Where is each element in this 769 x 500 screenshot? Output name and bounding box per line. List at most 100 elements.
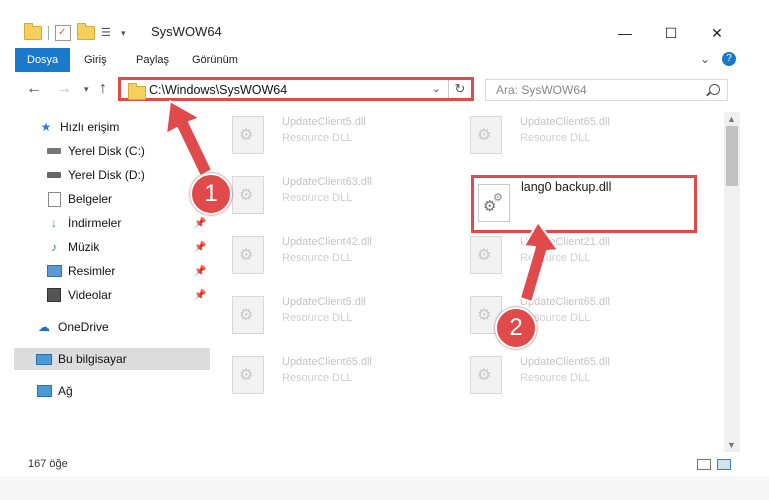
nav-item-network[interactable]: Ağ — [0, 380, 244, 402]
file-item[interactable]: UpdateClient21.dll Resource DLL — [448, 232, 668, 276]
maximize-button[interactable]: ☐ — [649, 21, 693, 45]
file-type: Resource DLL — [520, 132, 591, 144]
refresh-icon[interactable]: ↻ — [448, 80, 471, 98]
scroll-down-icon[interactable]: ▼ — [727, 440, 736, 450]
file-item[interactable]: UpdateClient65.dll Resource DLL — [448, 112, 668, 156]
tab-paylas[interactable]: Paylaş — [124, 48, 181, 72]
customize-toolbar-icon[interactable]: ☰ — [101, 26, 115, 40]
file-item[interactable]: UpdateClient42.dll Resource DLL — [210, 232, 430, 276]
pictures-icon — [46, 264, 62, 278]
new-folder-icon[interactable] — [77, 23, 95, 40]
ribbon-tabs: Dosya Giriş Paylaş Görünüm ⌄ ? — [0, 48, 769, 73]
chevron-down-icon[interactable]: ⌄ — [432, 82, 441, 95]
file-name: UpdateClient65.dll — [282, 356, 372, 368]
pin-icon[interactable]: 📌 — [194, 242, 206, 253]
step-badge-2: 2 — [495, 307, 537, 349]
file-name: UpdateClient5.dll — [282, 116, 366, 128]
videos-icon — [46, 288, 62, 302]
nav-item-label: Belgeler — [68, 192, 113, 206]
network-icon — [36, 384, 52, 398]
folder-icon[interactable] — [24, 23, 42, 40]
minimize-button[interactable]: — — [603, 21, 647, 45]
file-type: Resource DLL — [282, 252, 353, 264]
tab-dosya[interactable]: Dosya — [15, 48, 71, 72]
tab-giris[interactable]: Giriş — [72, 48, 119, 72]
item-count: 167 öğe — [28, 458, 68, 470]
dll-file-icon — [470, 356, 502, 394]
search-input[interactable]: Ara: SysWOW64 — [485, 79, 728, 101]
file-type: Resource DLL — [282, 312, 353, 324]
tab-gorunum[interactable]: Görünüm — [180, 48, 250, 72]
file-item[interactable]: UpdateClient5.dll Resource DLL — [210, 112, 430, 156]
file-name: UpdateClient42.dll — [282, 236, 372, 248]
file-item[interactable]: UpdateClient65.dll Resource DLL — [448, 292, 668, 336]
address-bar[interactable]: C:\Windows\SysWOW64 ⌄ ↻ — [118, 77, 474, 101]
gear-icon: ⚙ — [493, 192, 503, 204]
pin-icon[interactable]: 📌 — [194, 266, 206, 277]
file-type: Resource DLL — [282, 372, 353, 384]
file-name: UpdateClient63.dll — [282, 176, 372, 188]
dll-file-icon — [470, 236, 502, 274]
nav-item-label: Müzik — [68, 240, 100, 254]
status-bar: 167 öğe — [0, 456, 769, 472]
folder-icon — [128, 83, 146, 100]
search-icon[interactable] — [709, 84, 720, 95]
computer-icon — [36, 352, 52, 366]
nav-item-this-pc[interactable]: Bu bilgisayar — [14, 348, 222, 370]
pin-icon[interactable]: 📌 — [194, 218, 206, 229]
file-list: UpdateClient5.dll Resource DLL UpdateCli… — [210, 108, 724, 456]
window-title: SysWOW64 — [151, 24, 222, 39]
tiles-view-icon[interactable] — [717, 459, 731, 470]
drive-icon — [46, 168, 62, 182]
properties-icon[interactable]: ✓ — [55, 25, 71, 41]
file-name: UpdateClient65.dll — [520, 296, 610, 308]
download-icon: ↓ — [51, 216, 57, 230]
file-name: UpdateClient65.dll — [520, 116, 610, 128]
nav-item-label: Yerel Disk (C:) — [68, 144, 145, 158]
bottom-strip — [0, 476, 769, 500]
file-type: Resource DLL — [520, 372, 591, 384]
file-item[interactable]: UpdateClient65.dll Resource DLL — [210, 352, 430, 396]
scroll-up-icon[interactable]: ▲ — [727, 114, 736, 124]
dll-file-icon: ⚙ ⚙ — [478, 184, 510, 222]
dll-file-icon — [232, 116, 264, 154]
nav-item-label: OneDrive — [58, 320, 109, 334]
file-type: Resource DLL — [282, 132, 353, 144]
navigation-pane: ★ Hızlı erişim Yerel Disk (C:) Yerel Dis… — [0, 112, 222, 452]
vertical-scrollbar[interactable]: ▲ ▼ — [724, 112, 740, 452]
file-name: UpdateClient5.dll — [282, 296, 366, 308]
back-arrow-icon[interactable]: ← — [26, 80, 42, 98]
dll-file-icon — [470, 116, 502, 154]
music-icon: ♪ — [51, 240, 57, 254]
target-file-item[interactable]: ⚙ ⚙ lang0 backup.dll — [471, 175, 697, 233]
file-item[interactable]: UpdateClient5.dll Resource DLL — [210, 292, 430, 336]
address-path[interactable]: C:\Windows\SysWOW64 — [149, 83, 287, 97]
file-name: lang0 backup.dll — [521, 180, 612, 194]
scroll-thumb[interactable] — [726, 126, 738, 186]
nav-item-label: Ağ — [58, 384, 73, 398]
help-icon[interactable]: ? — [722, 52, 736, 66]
dll-file-icon — [232, 296, 264, 334]
title-bar: ✓ ☰ ▾ SysWOW64 — ☐ ✕ — [0, 0, 769, 46]
nav-item-label: Bu bilgisayar — [58, 352, 127, 366]
pin-icon[interactable]: 📌 — [194, 290, 206, 301]
recent-locations-icon[interactable]: ▾ — [84, 84, 89, 95]
nav-item-label: Yerel Disk (D:) — [68, 168, 145, 182]
drive-icon — [46, 144, 62, 158]
search-placeholder: Ara: SysWOW64 — [496, 83, 587, 97]
close-button[interactable]: ✕ — [695, 21, 739, 45]
dll-file-icon — [232, 236, 264, 274]
cloud-icon: ☁ — [38, 320, 50, 334]
nav-item-label: İndirmeler — [68, 216, 122, 230]
up-arrow-icon[interactable]: ↑ — [99, 80, 107, 98]
ribbon-collapse-icon[interactable]: ⌄ — [700, 52, 710, 66]
file-item[interactable]: UpdateClient65.dll Resource DLL — [448, 352, 668, 396]
nav-item-label: Hızlı erişim — [60, 120, 120, 134]
file-name: UpdateClient21.dll — [520, 236, 610, 248]
forward-arrow-icon[interactable]: → — [56, 80, 72, 98]
nav-item-onedrive[interactable]: ☁ OneDrive — [0, 316, 244, 338]
file-item[interactable]: UpdateClient63.dll Resource DLL — [210, 172, 430, 216]
dll-file-icon — [232, 356, 264, 394]
details-view-icon[interactable] — [697, 459, 711, 470]
chevron-down-icon[interactable]: ▾ — [121, 28, 126, 39]
